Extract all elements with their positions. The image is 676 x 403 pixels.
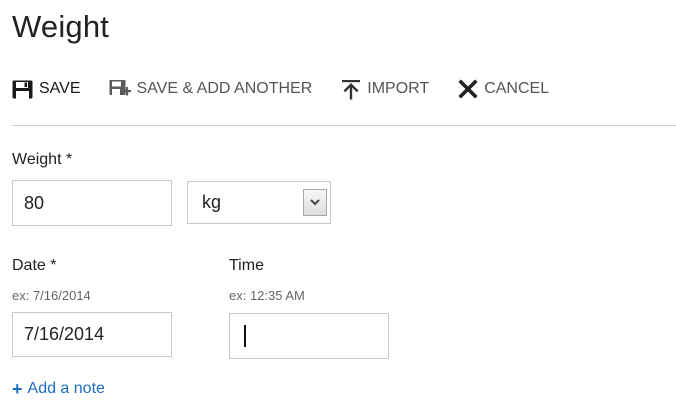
time-input[interactable] bbox=[229, 313, 389, 359]
add-note-link[interactable]: + Add a note bbox=[12, 380, 105, 398]
save-button[interactable]: SAVE bbox=[12, 76, 81, 102]
save-add-icon bbox=[109, 79, 131, 99]
date-hint: ex: 7/16/2014 bbox=[12, 288, 91, 303]
weight-entry-page: Weight SAVE SAVE & ADD ANOTHER IMPORT CA… bbox=[0, 0, 676, 403]
plus-icon: + bbox=[12, 379, 23, 399]
page-title: Weight bbox=[12, 9, 110, 44]
text-cursor bbox=[244, 325, 246, 347]
save-label: SAVE bbox=[39, 80, 81, 97]
save-add-label: SAVE & ADD ANOTHER bbox=[136, 80, 313, 97]
save-and-add-another-button[interactable]: SAVE & ADD ANOTHER bbox=[109, 76, 313, 102]
close-x-icon bbox=[458, 79, 478, 99]
select-dropdown-button[interactable] bbox=[303, 189, 327, 216]
upload-arrow-icon bbox=[341, 79, 361, 100]
chevron-down-icon bbox=[310, 199, 320, 206]
floppy-disk-icon bbox=[12, 80, 33, 99]
weight-value: 80 bbox=[24, 192, 45, 213]
date-input[interactable]: 7/16/2014 bbox=[12, 312, 172, 357]
cancel-button[interactable]: CANCEL bbox=[458, 76, 549, 102]
date-value: 7/16/2014 bbox=[24, 324, 105, 344]
weight-label: Weight * bbox=[12, 151, 73, 168]
toolbar-divider bbox=[12, 125, 676, 126]
time-hint: ex: 12:35 AM bbox=[229, 288, 305, 303]
add-note-label: Add a note bbox=[27, 380, 105, 397]
toolbar: SAVE SAVE & ADD ANOTHER IMPORT CANCEL bbox=[12, 76, 549, 102]
import-button[interactable]: IMPORT bbox=[341, 76, 429, 102]
date-label: Date * bbox=[12, 257, 57, 274]
unit-selected-value: kg bbox=[202, 192, 222, 212]
unit-select[interactable]: kg bbox=[187, 181, 331, 224]
import-label: IMPORT bbox=[367, 80, 430, 97]
weight-input[interactable]: 80 bbox=[12, 180, 172, 226]
cancel-label: CANCEL bbox=[484, 80, 550, 97]
time-label: Time bbox=[229, 257, 264, 274]
